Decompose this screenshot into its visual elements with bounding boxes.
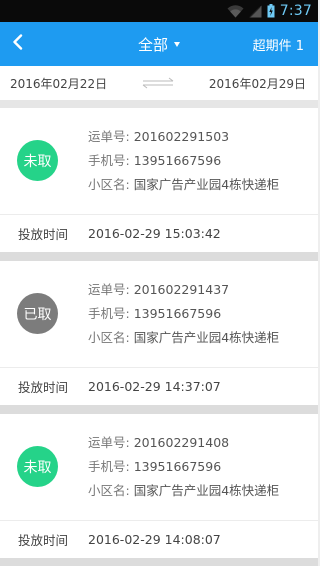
put-time-label: 投放时间: [18, 380, 69, 395]
waybill-value: 201602291408: [133, 435, 230, 450]
phone-value: 13951667596: [133, 459, 222, 474]
waybill-label: 运单号:: [88, 282, 134, 297]
end-date[interactable]: 2016年02月29日: [209, 75, 306, 92]
status-badge: 已取: [17, 293, 58, 334]
list-item[interactable]: 未取 运单号: 201602291408 手机号: 13951667596 小区…: [0, 414, 318, 558]
caret-down-icon: [174, 42, 181, 47]
area-value: 国家广告产业园4栋快递柜: [133, 330, 280, 345]
status-badge: 未取: [17, 140, 58, 181]
phone-value: 13951667596: [133, 306, 222, 321]
put-time-row: 投放时间 2016-02-29 14:37:07: [0, 367, 318, 405]
phone-row: 手机号: 13951667596: [88, 149, 279, 173]
put-time-label: 投放时间: [18, 227, 69, 242]
area-value: 国家广告产业园4栋快递柜: [133, 177, 280, 192]
put-time-row: 投放时间 2016-02-29 15:03:42: [0, 214, 318, 252]
card-info-area: 已取 运单号: 201602291437 手机号: 13951667596 小区…: [0, 261, 318, 367]
waybill-row: 运单号: 201602291503: [88, 125, 279, 149]
clock-time: 7:37: [279, 3, 312, 19]
signal-icon: [249, 5, 262, 18]
list-item[interactable]: 已取 运单号: 201602291437 手机号: 13951667596 小区…: [0, 261, 318, 405]
start-date[interactable]: 2016年02月22日: [10, 75, 107, 92]
status-bar: 7:37: [0, 0, 318, 22]
card-separator: [0, 252, 318, 261]
phone-value: 13951667596: [133, 153, 222, 168]
chevron-left-icon: [12, 34, 24, 54]
status-badge: 未取: [17, 446, 58, 487]
overdue-button[interactable]: 超期件 1: [253, 35, 304, 54]
card-separator: [0, 405, 318, 414]
area-label: 小区名:: [88, 483, 134, 498]
parcel-details: 运单号: 201602291503 手机号: 13951667596 小区名: …: [88, 125, 279, 197]
waybill-value: 201602291437: [133, 282, 230, 297]
put-time-value: 2016-02-29 14:08:07: [88, 532, 221, 547]
waybill-label: 运单号:: [88, 129, 134, 144]
put-time-value: 2016-02-29 14:37:07: [88, 379, 221, 394]
battery-icon: [267, 4, 275, 18]
waybill-row: 运单号: 201602291408: [88, 431, 279, 455]
parcel-list: 未取 运单号: 201602291503 手机号: 13951667596 小区…: [0, 108, 318, 566]
area-label: 小区名:: [88, 177, 134, 192]
divider: [0, 100, 318, 108]
list-item[interactable]: 未取 运单号: 201602291503 手机号: 13951667596 小区…: [0, 108, 318, 252]
swap-arrows-icon: [140, 77, 176, 89]
put-time-value: 2016-02-29 15:03:42: [88, 226, 221, 241]
area-row: 小区名: 国家广告产业园4栋快递柜: [88, 326, 279, 350]
waybill-row: 运单号: 201602291437: [88, 278, 279, 302]
phone-row: 手机号: 13951667596: [88, 455, 279, 479]
date-range-bar: 2016年02月22日 2016年02月29日: [0, 66, 318, 100]
phone-row: 手机号: 13951667596: [88, 302, 279, 326]
put-time-row: 投放时间 2016-02-29 14:08:07: [0, 520, 318, 558]
put-time-label: 投放时间: [18, 533, 69, 548]
filter-dropdown[interactable]: 全部: [137, 34, 181, 55]
phone-label: 手机号:: [88, 459, 134, 474]
waybill-value: 201602291503: [133, 129, 230, 144]
card-separator: [0, 558, 318, 566]
parcel-details: 运单号: 201602291408 手机号: 13951667596 小区名: …: [88, 431, 279, 503]
area-value: 国家广告产业园4栋快递柜: [133, 483, 280, 498]
phone-label: 手机号:: [88, 153, 134, 168]
app-bar: 全部 超期件 1: [0, 22, 318, 66]
back-button[interactable]: [0, 22, 36, 66]
waybill-label: 运单号:: [88, 435, 134, 450]
page-title: 全部: [137, 35, 169, 54]
area-label: 小区名:: [88, 330, 134, 345]
card-info-area: 未取 运单号: 201602291503 手机号: 13951667596 小区…: [0, 108, 318, 214]
card-info-area: 未取 运单号: 201602291408 手机号: 13951667596 小区…: [0, 414, 318, 520]
phone-label: 手机号:: [88, 306, 134, 321]
parcel-details: 运单号: 201602291437 手机号: 13951667596 小区名: …: [88, 278, 279, 350]
area-row: 小区名: 国家广告产业园4栋快递柜: [88, 173, 279, 197]
wifi-icon: [227, 4, 244, 18]
area-row: 小区名: 国家广告产业园4栋快递柜: [88, 479, 279, 503]
